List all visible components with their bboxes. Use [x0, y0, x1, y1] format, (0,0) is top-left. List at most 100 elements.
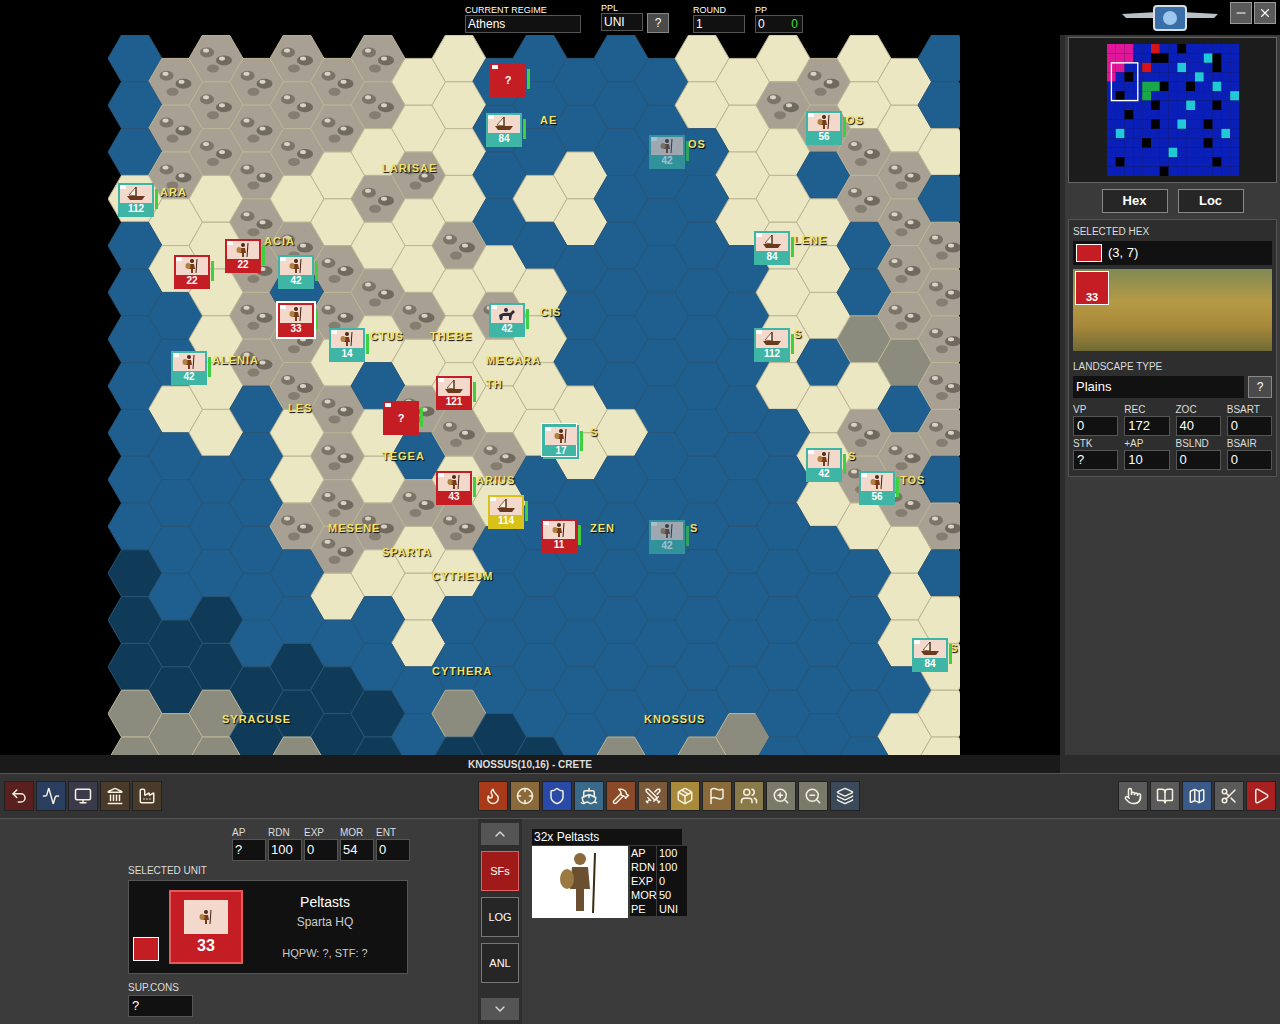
ship-icon — [761, 331, 783, 347]
build-button[interactable] — [606, 781, 636, 811]
undo-button[interactable] — [4, 781, 34, 811]
defend-button[interactable] — [542, 781, 572, 811]
city-label: LARISAE — [382, 162, 437, 174]
options-button[interactable] — [1214, 781, 1244, 811]
regime-flag-icon — [1076, 244, 1102, 262]
hex-stat: ZOC40 — [1176, 404, 1221, 436]
regime-field: Athens — [465, 15, 581, 33]
readiness-bar — [523, 119, 526, 139]
production-button[interactable] — [132, 781, 162, 811]
end-turn-icon — [1252, 787, 1270, 805]
ship-icon — [919, 641, 941, 657]
readiness-bar — [686, 141, 689, 161]
landscape-help-button[interactable]: ? — [1248, 376, 1272, 398]
unit-counter[interactable]: ? — [490, 63, 530, 97]
subformation-stat: EXP0 — [630, 874, 687, 888]
unit-counter[interactable]: 56 — [859, 471, 899, 505]
faction-flag — [756, 233, 762, 237]
close-button[interactable] — [1254, 2, 1276, 24]
hex-stat: +AP10 — [1124, 438, 1169, 470]
unit-counter[interactable]: ? — [383, 401, 423, 435]
unit-badge: 33 — [169, 890, 243, 964]
unit-counter[interactable]: 42 — [171, 351, 211, 385]
zoom-in-button[interactable] — [766, 781, 796, 811]
unit-counter[interactable]: 114 — [488, 495, 528, 529]
hq-flag-button[interactable] — [702, 781, 732, 811]
supply-button[interactable] — [670, 781, 700, 811]
side-tabs: SFs LOG ANL — [478, 819, 522, 1024]
unit-counter[interactable]: 42 — [649, 520, 689, 554]
hex-loc-tab[interactable]: Loc — [1178, 189, 1244, 213]
readiness-bar — [315, 309, 318, 329]
zoom-in-icon — [772, 787, 790, 805]
readiness-bar — [366, 334, 369, 354]
selected-unit-box[interactable]: 33PeltastsSparta HQHQPW: ?, STF: ? — [128, 880, 408, 974]
build-icon — [612, 787, 630, 805]
unit-counter[interactable]: 22 — [225, 239, 265, 273]
side-tab[interactable]: LOG — [481, 897, 519, 937]
readiness-bar — [315, 261, 318, 281]
unit-counter[interactable]: 112 — [754, 328, 794, 362]
minimap[interactable] — [1107, 44, 1239, 176]
hex-loc-tab[interactable]: Hex — [1102, 189, 1168, 213]
unit-counter[interactable]: 84 — [754, 231, 794, 265]
attack-button[interactable] — [478, 781, 508, 811]
unit-counter[interactable]: 42 — [649, 135, 689, 169]
unit-counter[interactable]: 33 — [278, 303, 318, 337]
city-label: LENE — [794, 234, 827, 246]
hq-icon — [106, 787, 124, 805]
faction-flag — [438, 473, 444, 477]
readiness-bar — [949, 644, 952, 664]
infantry-icon — [195, 909, 217, 925]
select-button[interactable] — [1118, 781, 1148, 811]
hex-stat: BSART0 — [1227, 404, 1272, 436]
unit-counter[interactable]: 42 — [489, 303, 529, 337]
city-label: S — [794, 328, 802, 340]
faction-flag — [176, 257, 182, 261]
infantry-icon — [336, 331, 358, 347]
overview-button[interactable] — [1182, 781, 1212, 811]
hq-button[interactable] — [100, 781, 130, 811]
terrain-picture: 33 — [1073, 269, 1272, 351]
top-bar: CURRENT REGIMEAthensPPLUNI?ROUND1PP00 — [0, 0, 1280, 35]
status-line: KNOSSUS(10,16) - CRETE — [0, 755, 1060, 773]
history-button[interactable] — [1150, 781, 1180, 811]
unit-counter[interactable]: 17 — [543, 425, 583, 459]
zoom-out-button[interactable] — [798, 781, 828, 811]
unit-counter[interactable]: 43 — [436, 471, 476, 505]
unit-counter[interactable]: 84 — [486, 113, 526, 147]
unit-counter[interactable]: 42 — [806, 448, 846, 482]
unit-strength: 42 — [808, 468, 840, 480]
melee-button[interactable] — [638, 781, 668, 811]
unit-counter[interactable]: 14 — [329, 328, 369, 362]
bombard-button[interactable] — [510, 781, 540, 811]
hex-stat: VP0 — [1073, 404, 1118, 436]
unit-counter[interactable]: 42 — [278, 255, 318, 289]
stats-button[interactable] — [36, 781, 66, 811]
end-turn-button[interactable] — [1246, 781, 1276, 811]
unit-counter[interactable]: 121 — [436, 376, 476, 410]
scroll-down-button[interactable] — [481, 998, 519, 1020]
side-tab[interactable]: SFs — [481, 851, 519, 891]
unit-counter[interactable]: 56 — [806, 111, 846, 145]
unit-counter[interactable]: 84 — [912, 638, 952, 672]
unit-counter[interactable]: 112 — [118, 183, 158, 217]
infantry-icon — [285, 306, 307, 322]
unit-strength: 56 — [808, 131, 840, 143]
unit-counter[interactable]: 22 — [174, 255, 214, 289]
minimize-button[interactable] — [1230, 2, 1252, 24]
readiness-bar — [578, 525, 581, 545]
scroll-up-button[interactable] — [481, 823, 519, 845]
side-tab[interactable]: ANL — [481, 943, 519, 983]
layers-button[interactable] — [830, 781, 860, 811]
ppl-help-button[interactable]: ? — [647, 13, 669, 33]
map-view[interactable]: AEOSOSLARISAEARAACIALENECISCTUSTHEBEMEGA… — [0, 35, 1060, 755]
report-button[interactable] — [68, 781, 98, 811]
unit-counter[interactable]: 11 — [541, 519, 581, 553]
naval-icon — [580, 787, 598, 805]
naval-button[interactable] — [574, 781, 604, 811]
city-label: ARIUS — [476, 474, 515, 486]
units-button[interactable] — [734, 781, 764, 811]
toolbar — [0, 773, 1280, 819]
unit-strength: 42 — [651, 155, 683, 167]
